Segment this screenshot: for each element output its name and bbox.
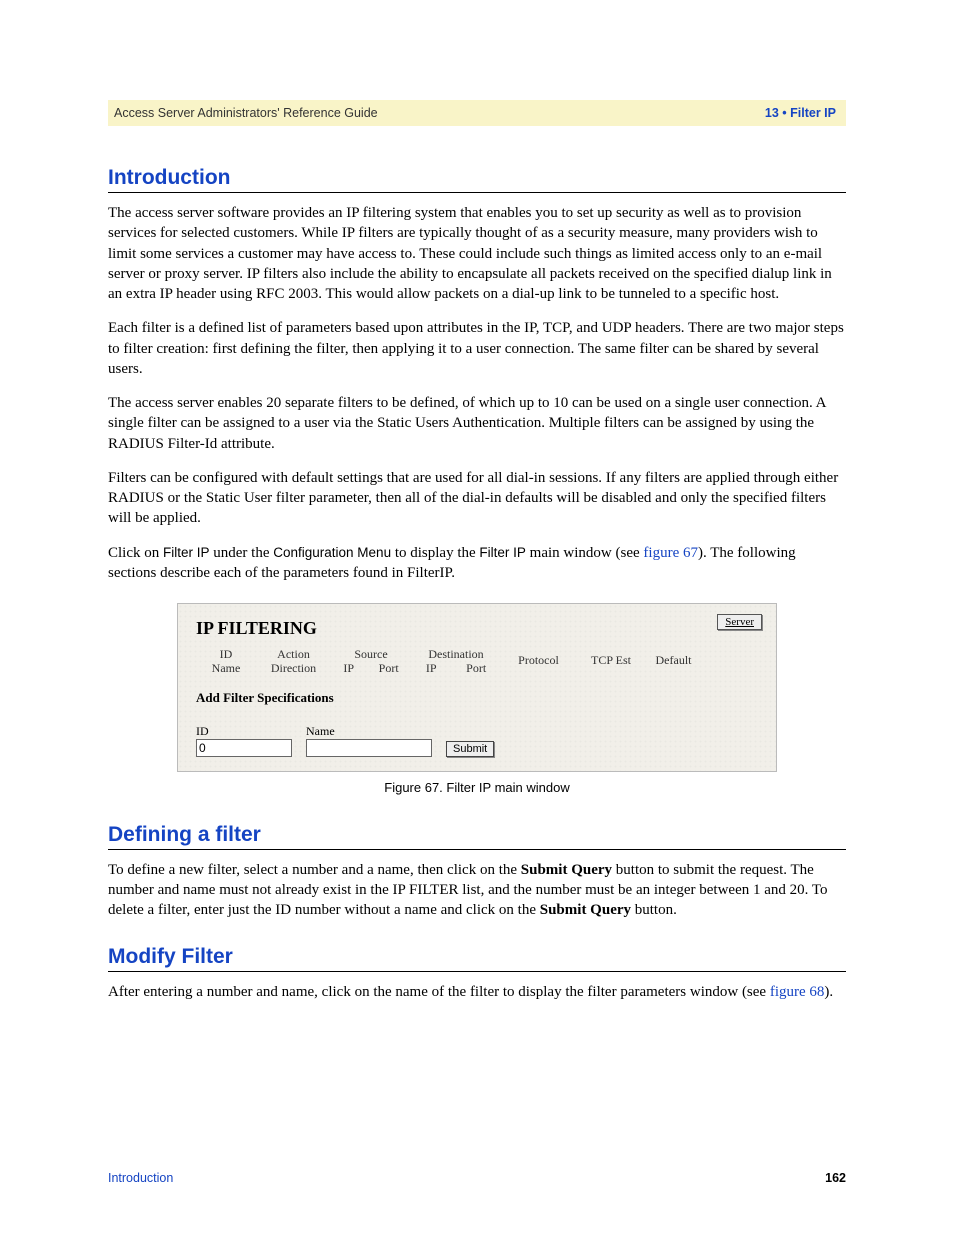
col-source: Source IP Port	[331, 647, 411, 676]
page-footer: Introduction 162	[108, 1171, 846, 1185]
figure-67-link[interactable]: figure 67	[643, 545, 698, 561]
figure-form: ID Name Submit	[196, 724, 758, 757]
section-heading-defining: Defining a filter	[108, 823, 846, 847]
section-heading-modify: Modify Filter	[108, 945, 846, 969]
intro-paragraph-1: The access server software provides an I…	[108, 203, 846, 304]
figure-title: IP FILTERING	[196, 618, 758, 639]
defining-paragraph: To define a new filter, select a number …	[108, 860, 846, 921]
text: Click on	[108, 545, 163, 561]
text: ).	[824, 984, 833, 1000]
footer-section-name: Introduction	[108, 1171, 173, 1185]
col-dest-ip: IP	[426, 661, 437, 675]
name-label: Name	[306, 724, 426, 739]
page-number: 162	[825, 1171, 846, 1185]
text: To define a new filter, select a number …	[108, 862, 521, 878]
col-id: ID	[196, 647, 256, 661]
text: button.	[631, 902, 677, 918]
text: main window (see	[526, 545, 643, 561]
col-dest-port: Port	[466, 661, 486, 675]
text: After entering a number and name, click …	[108, 984, 770, 1000]
col-source-port: Port	[379, 661, 399, 675]
text: under the	[210, 545, 274, 561]
figure-68-link[interactable]: figure 68	[770, 984, 825, 1000]
ui-label-filter-ip: Filter IP	[163, 545, 210, 560]
figure-subheading: Add Filter Specifications	[196, 690, 758, 706]
figure-column-headers: ID Name Action Direction Source IP Port …	[196, 647, 758, 676]
col-source-ip: IP	[343, 661, 354, 675]
col-action: Action	[256, 647, 331, 661]
divider	[108, 192, 846, 193]
figure-67: Server IP FILTERING ID Name Action Direc…	[108, 603, 846, 795]
col-source-header: Source	[331, 647, 411, 661]
server-button[interactable]: Server	[717, 614, 762, 630]
figure-caption: Figure 67. Filter IP main window	[108, 780, 846, 795]
page-header: Access Server Administrators' Reference …	[108, 100, 846, 126]
ui-label-filter-ip-2: Filter IP	[479, 545, 526, 560]
id-label: ID	[196, 724, 286, 739]
text: to display the	[391, 545, 479, 561]
submit-query-label-2: Submit Query	[540, 902, 631, 918]
col-direction: Direction	[256, 661, 331, 675]
divider	[108, 849, 846, 850]
intro-paragraph-5: Click on Filter IP under the Configurati…	[108, 543, 846, 584]
col-protocol: Protocol	[501, 647, 576, 676]
intro-paragraph-3: The access server enables 20 separate fi…	[108, 393, 846, 454]
divider	[108, 971, 846, 972]
id-input[interactable]	[196, 739, 292, 757]
col-action-direction: Action Direction	[256, 647, 331, 676]
col-default: Default	[646, 647, 701, 676]
col-dest-header: Destination	[411, 647, 501, 661]
header-chapter: 13 • Filter IP	[765, 106, 836, 120]
header-guide-title: Access Server Administrators' Reference …	[114, 106, 378, 120]
intro-paragraph-4: Filters can be configured with default s…	[108, 468, 846, 529]
modify-paragraph: After entering a number and name, click …	[108, 982, 846, 1002]
intro-paragraph-2: Each filter is a defined list of paramet…	[108, 318, 846, 379]
name-input[interactable]	[306, 739, 432, 757]
ui-label-config-menu: Configuration Menu	[273, 545, 391, 560]
col-id-name: ID Name	[196, 647, 256, 676]
col-tcp-est: TCP Est	[576, 647, 646, 676]
col-name: Name	[196, 661, 256, 675]
submit-button[interactable]: Submit	[446, 741, 494, 757]
figure-panel: Server IP FILTERING ID Name Action Direc…	[177, 603, 777, 772]
col-destination: Destination IP Port	[411, 647, 501, 676]
submit-query-label: Submit Query	[521, 862, 612, 878]
section-heading-introduction: Introduction	[108, 166, 846, 190]
